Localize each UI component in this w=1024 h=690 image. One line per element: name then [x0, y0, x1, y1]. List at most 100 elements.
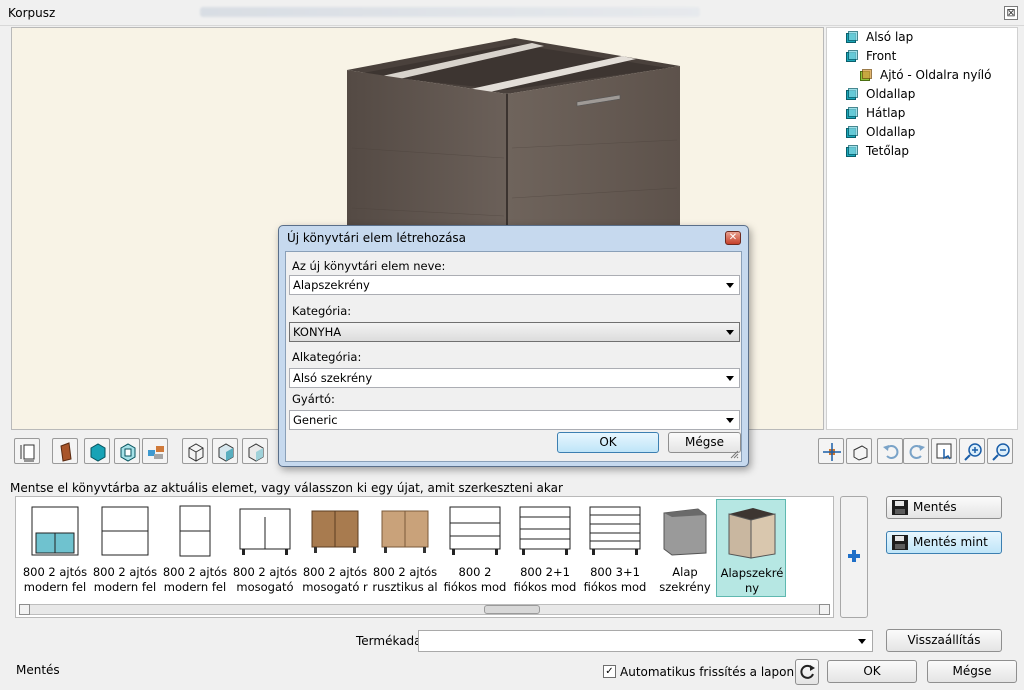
library-strip: 800 2 ajtós modern fel 800 2 ajtós modern … — [15, 496, 834, 618]
panel-icon — [845, 125, 859, 139]
wireframe-view-button[interactable] — [182, 438, 208, 464]
product-data-select[interactable] — [418, 630, 873, 652]
subcategory-select[interactable]: Alsó szekrény — [289, 368, 740, 388]
dimensions-button[interactable] — [14, 438, 40, 464]
tree-item-label: Front — [866, 49, 897, 63]
redo-button[interactable] — [903, 438, 929, 464]
library-item[interactable]: Alap szekrény — [650, 499, 720, 597]
save-as-button[interactable]: Mentés mint — [886, 531, 1002, 554]
cabinet-thumbnail-icon — [663, 508, 707, 556]
panel-icon — [845, 144, 859, 158]
library-item-line1: Alapszekré — [720, 566, 784, 580]
move-button[interactable] — [818, 438, 844, 464]
tree-item-hatlap[interactable]: Hátlap — [845, 104, 905, 122]
tree-item-label: Alsó lap — [866, 30, 914, 44]
solid-view-button[interactable] — [84, 438, 110, 464]
zoom-in-button[interactable] — [959, 438, 985, 464]
dialog-title: Új könyvtári elem létrehozása — [287, 231, 467, 245]
transparent-view-button[interactable] — [114, 438, 140, 464]
save-as-button-label: Mentés mint — [913, 535, 988, 549]
save-button[interactable]: Mentés — [886, 496, 1002, 519]
library-item-line2: ny — [744, 581, 760, 595]
box-button[interactable] — [846, 438, 872, 464]
library-item-line2: mosogató r — [302, 580, 368, 594]
library-item[interactable]: 800 2 ajtós rusztikus al — [370, 499, 440, 597]
dialog-ok-button[interactable]: OK — [557, 432, 659, 453]
reset-button[interactable]: Visszaállítás — [886, 629, 1002, 652]
library-item-line2: fiókos mod — [513, 580, 577, 594]
cabinet-thumbnail-icon — [449, 506, 501, 555]
library-item-line1: 800 2 ajtós — [232, 565, 298, 579]
close-window-button[interactable]: ⊠ — [1004, 6, 1018, 20]
tree-item-label: Hátlap — [866, 106, 906, 120]
library-item-line2: fiókos mod — [443, 580, 507, 594]
library-item-line1: 800 2+1 — [520, 565, 570, 579]
move-icon — [823, 443, 841, 461]
cabinet-thumbnail-icon — [381, 510, 429, 553]
chevron-down-icon — [726, 418, 734, 423]
cancel-button[interactable]: Mégse — [927, 660, 1017, 683]
exploded-view-button[interactable] — [142, 438, 168, 464]
library-item-line2: szekrény — [659, 580, 711, 594]
title-bar: Korpusz ⊠ — [0, 0, 1024, 26]
library-item-selected[interactable]: Alapszekré ny — [716, 499, 786, 597]
ok-button[interactable]: OK — [827, 660, 917, 683]
dialog-close-button[interactable]: ✕ — [725, 231, 741, 245]
library-item[interactable]: 800 2 ajtós modern fel — [160, 499, 230, 597]
tree-item-tetolap[interactable]: Tetőlap — [845, 142, 909, 160]
cabinet-thumbnail-icon — [728, 508, 776, 559]
library-item[interactable]: 800 2 ajtós mosogató — [230, 499, 300, 597]
chevron-down-icon — [726, 330, 734, 335]
category-label: Kategória: — [292, 304, 352, 318]
library-item[interactable]: 800 2+1 fiókos mod — [510, 499, 580, 597]
status-text: Mentés — [16, 663, 60, 677]
chevron-down-icon — [858, 639, 866, 644]
library-item[interactable]: 800 2 ajtós mosogató r — [300, 499, 370, 597]
library-item-line2: fiókos mod — [583, 580, 647, 594]
cabinet-thumbnail-icon — [101, 506, 149, 556]
cabinet-thumbnail-icon — [31, 506, 79, 556]
library-hint-text: Mentse el könyvtárba az aktuális elemet,… — [10, 481, 563, 495]
tree-item-oldallap-2[interactable]: Oldallap — [845, 123, 915, 141]
undo-button[interactable] — [877, 438, 903, 464]
solid-cube-icon — [90, 443, 106, 462]
tree-item-door[interactable]: Ajtó - Oldalra nyíló — [859, 66, 991, 84]
box-icon — [853, 445, 868, 461]
save-button-label: Mentés — [913, 500, 957, 514]
library-item[interactable]: 800 2 fiókos mod — [440, 499, 510, 597]
material-wood-button[interactable] — [52, 438, 78, 464]
auto-refresh-checkbox[interactable]: ✓ — [603, 665, 616, 678]
scroll-thumb[interactable] — [484, 605, 540, 614]
tree-item-label: Oldallap — [866, 87, 916, 101]
cabinet-thumbnail-icon — [239, 508, 291, 555]
cabinet-thumbnail-icon — [519, 506, 571, 555]
panel-icon — [845, 106, 859, 120]
shaded-view-button[interactable] — [212, 438, 238, 464]
resize-grip-icon[interactable] — [729, 449, 739, 459]
manufacturer-select[interactable]: Generic — [289, 410, 740, 430]
panel-icon — [845, 87, 859, 101]
library-item-line2: rusztikus al — [372, 580, 438, 594]
zoom-out-icon — [992, 443, 1010, 461]
zoom-out-button[interactable] — [987, 438, 1013, 464]
category-select[interactable]: KONYHA — [289, 322, 740, 342]
library-item-line2: modern fel — [163, 580, 227, 594]
library-item[interactable]: 800 2 ajtós modern fel — [90, 499, 160, 597]
tree-item-also-lap[interactable]: Alsó lap — [845, 28, 913, 46]
library-item-line2: mosogató — [236, 580, 294, 594]
tree-item-front[interactable]: Front — [845, 47, 896, 65]
library-scrollbar[interactable] — [19, 604, 830, 615]
library-item[interactable]: 800 2 ajtós modern fel — [20, 499, 90, 597]
name-value: Alapszekrény — [293, 278, 370, 292]
textured-view-button[interactable] — [242, 438, 268, 464]
name-field[interactable]: Alapszekrény — [289, 275, 740, 295]
add-item-button[interactable] — [840, 496, 868, 618]
refresh-button[interactable] — [795, 659, 819, 685]
select-button[interactable] — [931, 438, 957, 464]
scroll-left-button[interactable] — [19, 604, 30, 615]
zoom-in-icon — [964, 443, 982, 461]
scroll-right-button[interactable] — [819, 604, 830, 615]
library-item[interactable]: 800 3+1 fiókos mod — [580, 499, 650, 597]
subcategory-label: Alkategória: — [292, 350, 362, 364]
tree-item-oldallap[interactable]: Oldallap — [845, 85, 915, 103]
